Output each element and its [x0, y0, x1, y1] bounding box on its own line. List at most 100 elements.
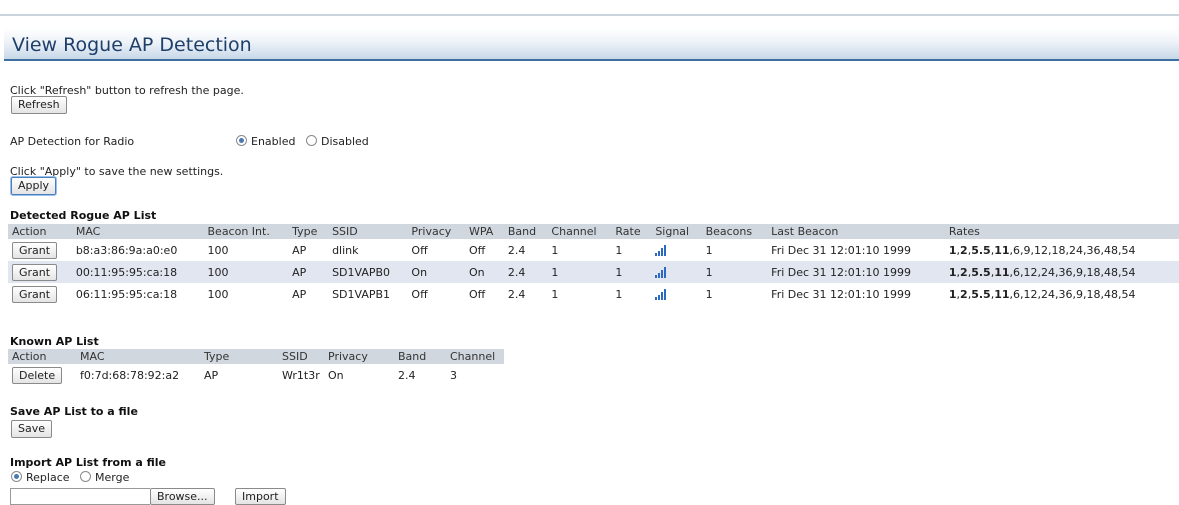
- col-rates: Rates: [944, 224, 1179, 239]
- col-action: Action: [8, 224, 72, 239]
- grant-button[interactable]: Grant: [12, 241, 58, 259]
- cell-channel: 1: [551, 287, 559, 301]
- import-button[interactable]: Import: [235, 488, 286, 505]
- file-path-input[interactable]: [10, 488, 150, 505]
- detection-label: AP Detection for Radio: [10, 135, 135, 148]
- save-heading: Save AP List to a file: [10, 405, 138, 418]
- import-merge-option[interactable]: Merge: [80, 471, 129, 484]
- cell-type: AP: [292, 287, 307, 301]
- cell-type: AP: [292, 243, 307, 257]
- cell-band: 2.4: [507, 243, 526, 257]
- col-last-beacon: Last Beacon: [767, 224, 945, 239]
- replace-radio[interactable]: [11, 471, 22, 482]
- detected-ap-table: Action MAC Beacon Int. Type SSID Privacy…: [8, 224, 1179, 305]
- top-divider: [0, 14, 1179, 16]
- cell-beacon-int: 100: [203, 261, 289, 283]
- cell-channel: 1: [547, 261, 612, 283]
- col-ssid: SSID: [278, 349, 324, 364]
- signal-bars-icon: [655, 266, 667, 278]
- table-row: Grant 06:11:95:95:ca:18 100 AP SD1VAPB1 …: [8, 283, 1179, 305]
- col-privacy: Privacy: [407, 224, 465, 239]
- col-rate: Rate: [611, 224, 652, 239]
- col-channel: Channel: [547, 224, 612, 239]
- known-header-row: Action MAC Type SSID Privacy Band Channe…: [8, 349, 504, 364]
- detected-header-row: Action MAC Beacon Int. Type SSID Privacy…: [8, 224, 1179, 239]
- detection-enabled-option[interactable]: Enabled: [236, 135, 295, 148]
- cell-last-beacon: Fri Dec 31 12:01:10 1999: [771, 243, 911, 257]
- grant-button[interactable]: Grant: [12, 285, 58, 303]
- title-bar: View Rogue AP Detection: [4, 28, 1179, 61]
- signal-bars-icon: [655, 244, 667, 256]
- cell-privacy: Off: [411, 287, 428, 301]
- replace-label: Replace: [26, 471, 70, 484]
- table-row: Grant 00:11:95:95:ca:18 100 AP SD1VAPB0 …: [8, 261, 1179, 283]
- cell-mac: 06:11:95:95:ca:18: [75, 287, 178, 301]
- cell-rate: 1: [615, 243, 623, 257]
- cell-channel: 3: [450, 368, 457, 382]
- grant-button[interactable]: Grant: [12, 263, 58, 281]
- cell-beacons: 1: [705, 287, 713, 301]
- cell-beacons: 1: [701, 261, 768, 283]
- browse-button[interactable]: Browse...: [150, 488, 215, 505]
- apply-button[interactable]: Apply: [11, 177, 57, 195]
- cell-band: 2.4: [503, 261, 548, 283]
- cell-privacy: On: [407, 261, 465, 283]
- cell-ssid: SD1VAPB1: [332, 287, 391, 301]
- cell-channel: 1: [551, 243, 559, 257]
- cell-last-beacon: Fri Dec 31 12:01:10 1999: [767, 261, 945, 283]
- known-list-heading: Known AP List: [10, 335, 99, 348]
- col-signal: Signal: [651, 224, 702, 239]
- col-band: Band: [394, 349, 446, 364]
- cell-privacy: On: [328, 368, 344, 382]
- cell-beacons: 1: [705, 243, 713, 257]
- col-beacons: Beacons: [701, 224, 768, 239]
- merge-radio[interactable]: [80, 471, 91, 482]
- signal-bars-icon: [655, 288, 667, 300]
- page-title: View Rogue AP Detection: [12, 34, 252, 56]
- col-privacy: Privacy: [324, 349, 394, 364]
- disabled-radio[interactable]: [306, 135, 317, 146]
- col-beacon-int: Beacon Int.: [203, 224, 289, 239]
- cell-rate: 1: [611, 261, 652, 283]
- import-heading: Import AP List from a file: [10, 456, 167, 469]
- cell-ssid: dlink: [332, 243, 359, 257]
- import-replace-option[interactable]: Replace: [11, 471, 70, 484]
- col-ssid: SSID: [328, 224, 408, 239]
- cell-ssid: SD1VAPB0: [328, 261, 408, 283]
- col-wpa: WPA: [464, 224, 504, 239]
- merge-label: Merge: [95, 471, 130, 484]
- refresh-button[interactable]: Refresh: [11, 96, 67, 114]
- cell-beacon-int: 100: [207, 287, 229, 301]
- disabled-label: Disabled: [321, 135, 369, 148]
- cell-wpa: Off: [468, 243, 486, 257]
- cell-rate: 1: [615, 287, 623, 301]
- table-row: Grant b8:a3:86:9a:a0:e0 100 AP dlink Off…: [8, 239, 1179, 261]
- detection-disabled-option[interactable]: Disabled: [306, 135, 369, 148]
- detected-list-heading: Detected Rogue AP List: [10, 209, 157, 222]
- save-button[interactable]: Save: [11, 420, 53, 438]
- cell-band: 2.4: [398, 368, 416, 382]
- col-mac: MAC: [76, 349, 200, 364]
- cell-privacy: Off: [411, 243, 428, 257]
- cell-wpa: Off: [468, 287, 486, 301]
- cell-rates: 1,2,5.5,11,6,9,12,18,24,36,48,54: [948, 243, 1136, 257]
- cell-mac: 00:11:95:95:ca:18: [71, 261, 204, 283]
- cell-beacon-int: 100: [207, 243, 229, 257]
- cell-type: AP: [288, 261, 329, 283]
- table-row: Delete f0:7d:68:78:92:a2 AP Wr1t3r On 2.…: [8, 364, 504, 386]
- cell-mac: b8:a3:86:9a:a0:e0: [75, 243, 178, 257]
- delete-button[interactable]: Delete: [12, 366, 63, 384]
- cell-band: 2.4: [507, 287, 526, 301]
- cell-wpa: On: [464, 261, 504, 283]
- col-type: Type: [200, 349, 278, 364]
- col-action: Action: [8, 349, 76, 364]
- known-ap-table: Action MAC Type SSID Privacy Band Channe…: [8, 349, 504, 386]
- cell-rates: 1,2,5.5,11,6,12,24,36,9,18,48,54: [948, 287, 1136, 301]
- cell-rates: 1,2,5.5,11,6,12,24,36,9,18,48,54: [944, 261, 1179, 283]
- col-type: Type: [288, 224, 329, 239]
- enabled-label: Enabled: [251, 135, 296, 148]
- enabled-radio[interactable]: [236, 135, 247, 146]
- col-band: Band: [503, 224, 548, 239]
- cell-mac: f0:7d:68:78:92:a2: [80, 368, 180, 382]
- cell-ssid: Wr1t3r: [282, 368, 320, 382]
